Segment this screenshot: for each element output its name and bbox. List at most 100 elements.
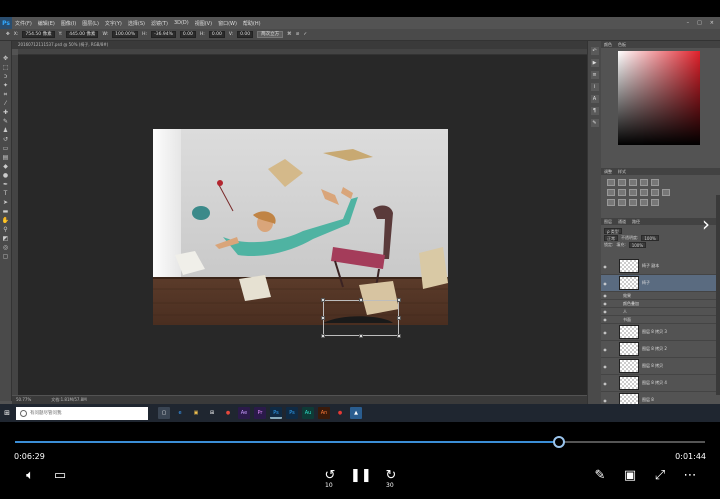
media-app-icon[interactable]: ● (334, 407, 346, 419)
maximize-icon[interactable]: □ (697, 20, 702, 26)
hand-tool-icon[interactable]: ✋ (2, 217, 10, 225)
store-icon[interactable]: ⊞ (206, 407, 218, 419)
history-icon[interactable]: ↶ (590, 47, 599, 55)
pause-button[interactable]: ❚❚ (350, 466, 372, 486)
stamp-tool-icon[interactable]: ♟ (2, 127, 10, 135)
layer-row[interactable]: ◉ 图层 8 拷贝 3 (601, 324, 720, 341)
animate-icon[interactable]: An (318, 407, 330, 419)
transform-handle[interactable] (321, 316, 325, 320)
skip-back-button[interactable]: ↺ 10 (320, 466, 340, 489)
transform-handle[interactable] (397, 334, 401, 338)
y-field[interactable]: 445.00 像素 (66, 31, 99, 38)
eye-icon[interactable]: ◉ (601, 347, 609, 352)
type-tool-icon[interactable]: T (2, 190, 10, 198)
threshold-icon[interactable] (629, 199, 637, 206)
gradient-tool-icon[interactable]: ▤ (2, 154, 10, 162)
hue-sat-icon[interactable] (607, 189, 615, 196)
chrome-icon[interactable]: ● (222, 407, 234, 419)
photoshop-taskbar-icon-2[interactable]: Ps (286, 407, 298, 419)
layer-row[interactable]: ◉ 人 (601, 308, 720, 316)
angle-field[interactable]: 0.00 (179, 31, 196, 38)
menu-type[interactable]: 文字(Y) (105, 20, 122, 27)
brush-tool-icon[interactable]: ✎ (2, 118, 10, 126)
magic-wand-icon[interactable]: ✦ (2, 82, 10, 90)
menu-3d[interactable]: 3D(D) (174, 20, 189, 26)
eye-icon[interactable]: ◉ (601, 398, 609, 403)
black-white-icon[interactable] (629, 189, 637, 196)
layer-row[interactable]: ◉ 效果 (601, 292, 720, 300)
eye-icon[interactable]: ◉ (601, 264, 609, 269)
color-balance-icon[interactable] (618, 189, 626, 196)
chevron-right-icon[interactable]: › (702, 212, 710, 236)
transform-handle[interactable] (321, 334, 325, 338)
layer-row[interactable]: ◉ 图层 8 拷贝 (601, 358, 720, 375)
layers-scrollbar[interactable] (716, 195, 720, 395)
menu-help[interactable]: 帮助(H) (243, 20, 261, 27)
interpolation-select[interactable]: 两次立方 (257, 31, 284, 38)
layer-row[interactable]: ◉ 图层 8 (601, 392, 720, 404)
marquee-tool-icon[interactable]: ⬚ (2, 64, 10, 72)
layer-row[interactable]: ◉ 图层 8 拷贝 2 (601, 341, 720, 358)
levels-icon[interactable] (618, 179, 626, 186)
lasso-tool-icon[interactable]: ↄ (2, 73, 10, 81)
cancel-transform-icon[interactable]: ⊘ (296, 32, 300, 37)
layer-row[interactable]: ◉ 椅子 副本 (601, 258, 720, 275)
mini-view-icon[interactable]: ▣ (620, 466, 640, 486)
windows-start-icon[interactable]: ⊞ (0, 409, 14, 417)
hskew-field[interactable]: 0.00 (208, 31, 225, 38)
zoom-tool-icon[interactable]: ⚲ (2, 226, 10, 234)
exposure-icon[interactable] (640, 179, 648, 186)
w-field[interactable]: 100.00% (112, 31, 139, 38)
edit-pencil-icon[interactable]: ✎ (590, 466, 610, 486)
transform-handle[interactable] (321, 298, 325, 302)
character-icon[interactable]: A (590, 95, 599, 103)
menu-image[interactable]: 图像(I) (61, 20, 76, 27)
eye-icon[interactable]: ◉ (601, 317, 609, 322)
quick-mask-icon[interactable]: ◎ (2, 244, 10, 252)
info-icon[interactable]: i (590, 83, 599, 91)
transform-bounding-box[interactable] (321, 298, 401, 338)
more-options-icon[interactable]: ⋯ (680, 466, 700, 486)
commit-transform-icon[interactable]: ✓ (303, 32, 307, 37)
crop-tool-icon[interactable]: ⌗ (2, 91, 10, 99)
curves-icon[interactable] (629, 179, 637, 186)
transform-handle[interactable] (359, 298, 363, 302)
photo-filter-icon[interactable] (640, 189, 648, 196)
task-view-icon[interactable]: ▢ (158, 407, 170, 419)
blend-mode-select[interactable]: 正常 (604, 234, 618, 241)
opacity-field[interactable]: 100% (641, 234, 659, 241)
zoom-level[interactable]: 50.77% (16, 396, 31, 404)
color-field[interactable] (618, 51, 700, 145)
move-tool-icon[interactable]: ✥ (2, 55, 10, 63)
warp-icon[interactable]: ⌘ (287, 32, 292, 37)
h-field[interactable]: -36.94% (151, 31, 176, 38)
document-tab[interactable]: 20160712111537.psd @ 50% (椅子, RGB/8#) (12, 41, 587, 49)
minimize-icon[interactable]: – (687, 20, 690, 26)
tab-adjustments[interactable]: 调整 (604, 168, 612, 175)
taskbar-search-input[interactable]: 有问题尽管问我 (16, 406, 148, 420)
pen-tool-icon[interactable]: ✒ (2, 181, 10, 189)
tab-styles[interactable]: 样式 (618, 168, 626, 175)
x-field[interactable]: 754.50 像素 (22, 31, 55, 38)
fullscreen-icon[interactable]: ⤢ (650, 466, 670, 486)
color-swatches-icon[interactable]: ◩ (2, 235, 10, 243)
selective-color-icon[interactable] (651, 199, 659, 206)
eye-icon[interactable]: ◉ (601, 293, 609, 298)
file-explorer-icon[interactable]: ▣ (190, 407, 202, 419)
edge-icon[interactable]: e (174, 407, 186, 419)
shape-tool-icon[interactable]: ▬ (2, 208, 10, 216)
menu-select[interactable]: 选择(S) (128, 20, 145, 27)
invert-icon[interactable] (607, 199, 615, 206)
vibrance-icon[interactable] (651, 179, 659, 186)
fill-field[interactable]: 100% (628, 241, 647, 248)
photos-icon[interactable]: ▲ (350, 407, 362, 419)
color-lookup-icon[interactable] (662, 189, 670, 196)
path-select-icon[interactable]: ➤ (2, 199, 10, 207)
eye-icon[interactable]: ◉ (601, 281, 609, 286)
gradient-map-icon[interactable] (640, 199, 648, 206)
layer-filter-select[interactable]: ρ 类型 (604, 227, 622, 234)
eyedropper-icon[interactable]: ⁄ (2, 100, 10, 108)
menu-edit[interactable]: 编辑(E) (38, 20, 55, 27)
history-brush-icon[interactable]: ↺ (2, 136, 10, 144)
menu-view[interactable]: 视图(V) (195, 20, 212, 27)
